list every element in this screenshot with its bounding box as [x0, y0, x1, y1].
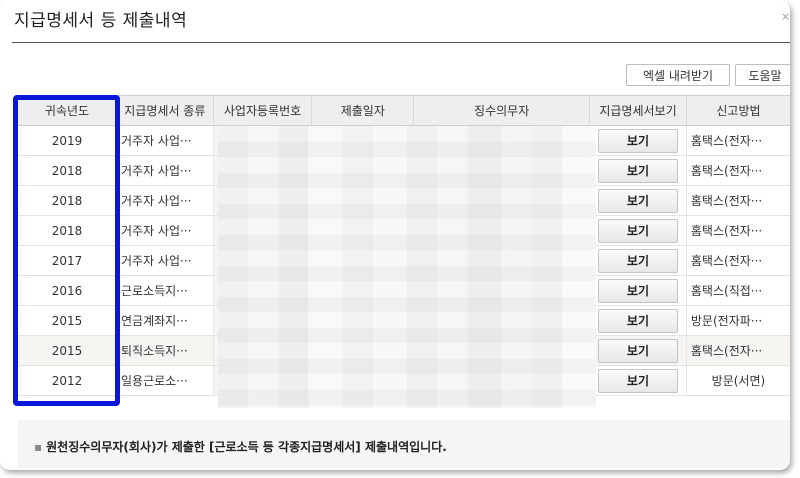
method-cell: 홈택스(전자···	[685, 155, 790, 186]
view-cell: 보기	[589, 125, 687, 156]
dialog-title: 지급명세서 등 제출내역	[14, 11, 188, 31]
view-button[interactable]: 보기	[597, 248, 678, 273]
type-cell: 거주자 사업···	[116, 155, 214, 186]
type-cell: 일용근로소···	[116, 365, 214, 396]
type-cell: 거주자 사업···	[116, 185, 214, 216]
header-business-number[interactable]: 사업자등록번호	[212, 95, 312, 126]
type-cell: 연금계좌지···	[116, 305, 214, 336]
close-icon[interactable]: ×	[781, 10, 790, 23]
help-button[interactable]: 도움말	[735, 64, 790, 86]
view-button[interactable]: 보기	[597, 338, 678, 363]
header-method[interactable]: 신고방법	[685, 95, 790, 126]
view-button[interactable]: 보기	[597, 188, 678, 213]
view-cell: 보기	[589, 365, 687, 396]
view-cell: 보기	[589, 275, 687, 306]
type-cell: 퇴직소득지···	[116, 335, 214, 366]
dialog-window: 지급명세서 등 제출내역 × 엑셀 내려받기 도움말 귀속년도 지급명세서 종류…	[0, 0, 790, 470]
method-cell: 방문(서면)	[685, 365, 790, 396]
view-button[interactable]: 보기	[597, 308, 678, 333]
method-cell: 홈택스(전자···	[685, 185, 790, 216]
year-column-highlight	[13, 95, 120, 406]
view-button[interactable]: 보기	[597, 278, 678, 303]
view-cell: 보기	[589, 215, 687, 246]
type-cell: 근로소득지···	[116, 275, 214, 306]
view-cell: 보기	[589, 185, 687, 216]
method-cell: 방문(전자파···	[685, 305, 790, 336]
method-cell: 홈택스(전자···	[685, 215, 790, 246]
method-cell: 홈택스(전자···	[685, 245, 790, 276]
view-button[interactable]: 보기	[597, 158, 678, 183]
bullet-icon: ▪	[34, 440, 43, 454]
header-type[interactable]: 지급명세서 종류	[116, 95, 214, 126]
method-cell: 홈택스(직접···	[685, 275, 790, 306]
header-submit-date[interactable]: 제출일자	[311, 95, 414, 126]
method-cell: 홈택스(전자···	[685, 125, 790, 156]
redaction-mosaic-rows	[218, 126, 596, 408]
view-cell: 보기	[589, 335, 687, 366]
type-cell: 거주자 사업···	[116, 125, 214, 156]
footer-note-text: 원천징수의무자(회사)가 제출한 [근로소득 등 각종지급명세서] 제출내역입니…	[46, 440, 447, 454]
view-button[interactable]: 보기	[597, 218, 678, 243]
footer-notice: ▪ 원천징수의무자(회사)가 제출한 [근로소득 등 각종지급명세서] 제출내역입…	[18, 420, 790, 468]
type-cell: 거주자 사업···	[116, 245, 214, 276]
type-cell: 거주자 사업···	[116, 215, 214, 246]
view-button[interactable]: 보기	[597, 128, 678, 153]
table-header-row: 귀속년도 지급명세서 종류 사업자등록번호 제출일자 징수의무자 지급명세서보기…	[17, 95, 790, 126]
method-cell: 홈택스(전자···	[685, 335, 790, 366]
title-divider	[12, 42, 790, 43]
header-view[interactable]: 지급명세서보기	[589, 95, 687, 126]
header-withholder[interactable]: 징수의무자	[413, 95, 590, 126]
view-cell: 보기	[589, 155, 687, 186]
view-cell: 보기	[589, 245, 687, 276]
excel-download-button[interactable]: 엑셀 내려받기	[626, 64, 730, 86]
view-cell: 보기	[589, 305, 687, 336]
view-button[interactable]: 보기	[597, 368, 678, 393]
